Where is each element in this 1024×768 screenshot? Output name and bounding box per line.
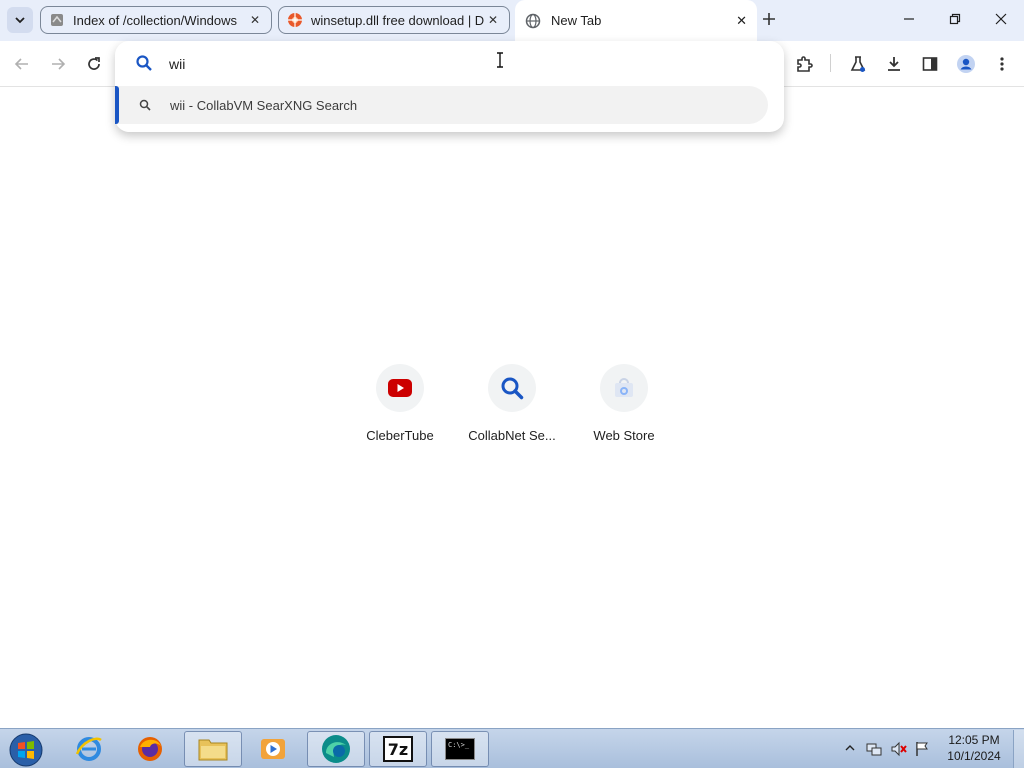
extensions-button[interactable] [790,50,818,78]
suggestion-text: wii - CollabVM SearXNG Search [170,97,358,113]
close-window-button[interactable] [978,0,1024,38]
side-panel-icon [922,57,938,71]
shortcut-tile [488,364,536,412]
taskbar-7zip[interactable]: 7z [369,731,427,767]
network-icon[interactable] [866,741,882,757]
shortcut-clebertube[interactable]: CleberTube [350,364,450,454]
shortcut-label: CleberTube [366,428,434,443]
omnibox-input-row[interactable] [115,41,784,85]
media-player-icon [261,739,285,759]
show-desktop-button[interactable] [1013,730,1024,768]
shortcut-label: CollabNet Se... [468,428,556,443]
close-icon [995,13,1007,25]
command-prompt-icon: C:\>_ [445,738,475,760]
flask-icon [850,56,866,72]
taskbar-browser[interactable] [307,731,365,767]
shortcut-collabnet-search[interactable]: CollabNet Se... [462,364,562,454]
selection-indicator [115,86,119,124]
tab-title: Index of /collection/Windows [73,12,238,28]
arrow-right-icon [52,58,66,70]
menu-button[interactable] [988,50,1016,78]
windows-orb-icon [9,733,43,766]
orange-logo-icon [288,13,302,27]
volume-muted-icon[interactable] [890,741,908,757]
start-button[interactable] [6,731,46,768]
reload-icon [88,57,100,70]
omnibox-dropdown: wii - CollabVM SearXNG Search [115,41,784,132]
firefox-icon [138,737,162,761]
tab-winsetup[interactable]: winsetup.dll free download | D ✕ [278,6,510,34]
restore-button[interactable] [932,0,978,38]
shortcut-tile [376,364,424,412]
labs-button[interactable] [844,50,872,78]
toolbar-divider [830,54,831,72]
downloads-button[interactable] [880,50,908,78]
text-cursor-icon [497,52,503,68]
new-tab-button[interactable] [758,8,780,30]
web-store-icon [615,378,633,397]
action-center-flag-icon[interactable] [914,741,930,757]
youtube-icon [388,379,412,397]
minimize-icon [904,18,914,20]
search-icon [139,99,151,111]
7zip-icon: 7z [383,736,413,762]
shortcut-label: Web Store [593,428,655,443]
windows-taskbar: 7z C:\>_ 12:05 PM 10/1/2024 [0,728,1024,768]
taskbar-file-explorer[interactable] [184,731,242,767]
clock-time: 12:05 PM [948,733,1000,747]
globe-gray-icon [51,14,63,26]
taskbar-internet-explorer[interactable] [60,731,118,767]
side-panel-button[interactable] [916,50,944,78]
minimize-button[interactable] [886,0,932,38]
system-clock[interactable]: 12:05 PM 10/1/2024 [936,732,1012,764]
shortcut-tile [600,364,648,412]
taskbar-media-player[interactable] [244,731,302,767]
tab-title: New Tab [551,13,602,28]
forward-button[interactable] [44,50,72,78]
tab-search-button[interactable] [7,7,33,33]
omnibox-input[interactable] [169,54,669,74]
tab-new-tab[interactable]: New Tab ✕ [515,0,757,41]
tray-expand-icon[interactable] [845,743,855,753]
close-icon[interactable]: ✕ [736,13,747,29]
clock-date: 10/1/2024 [947,749,1001,763]
plus-icon [763,13,775,25]
search-icon [136,55,152,71]
reload-button[interactable] [80,50,108,78]
search-magnifier-icon [501,377,524,400]
close-icon[interactable]: ✕ [485,12,501,28]
folder-icon [198,739,228,761]
back-button[interactable] [8,50,36,78]
puzzle-icon [797,56,813,72]
chrome-globe-icon [525,13,541,28]
chevron-down-icon [15,17,25,24]
download-icon [888,57,900,71]
tab-title: winsetup.dll free download | D [311,12,485,28]
more-vertical-icon [1000,57,1004,71]
browser-app-icon [322,735,350,763]
profile-button[interactable] [952,50,980,78]
internet-explorer-icon [75,737,102,761]
tab-index-collection[interactable]: Index of /collection/Windows ✕ [40,6,272,34]
tab-strip: Index of /collection/Windows ✕ winsetup.… [0,0,1024,41]
taskbar-command-prompt[interactable]: C:\>_ [431,731,489,767]
shortcut-web-store[interactable]: Web Store [574,364,674,454]
7zip-label: 7z [387,739,409,759]
restore-icon [949,13,961,25]
cmd-label: C:\>_ [448,741,470,749]
omnibox-suggestion[interactable]: wii - CollabVM SearXNG Search [115,86,768,124]
avatar-icon [957,55,975,73]
arrow-left-icon [14,58,28,70]
taskbar-firefox[interactable] [121,731,179,767]
close-icon[interactable]: ✕ [247,12,263,28]
